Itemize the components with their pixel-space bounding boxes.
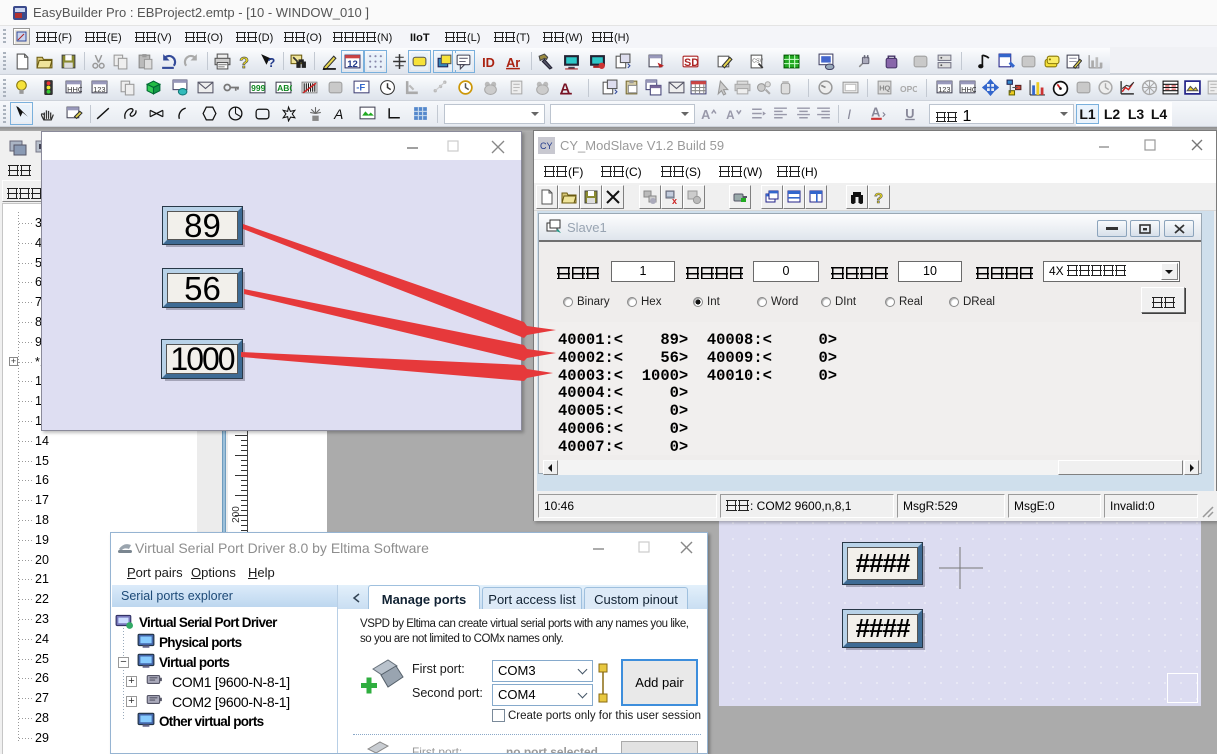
svg-text:123: 123: [93, 85, 105, 94]
svg-text:ID: ID: [482, 55, 495, 70]
svg-text:-F: -F: [356, 83, 365, 94]
svg-text:CY: CY: [540, 141, 553, 151]
svg-text:A: A: [701, 107, 710, 122]
svg-text:x: x: [672, 196, 677, 205]
svg-text:I: I: [847, 106, 851, 122]
svg-text:12: 12: [347, 59, 358, 70]
svg-text:ABC: ABC: [277, 83, 292, 93]
svg-text:?: ?: [874, 190, 883, 205]
svg-text:HQ: HQ: [879, 84, 890, 93]
svg-text:A: A: [871, 105, 880, 120]
svg-text:999: 999: [251, 83, 265, 93]
svg-text:SD: SD: [684, 57, 699, 69]
svg-text:HHO: HHO: [961, 85, 976, 94]
svg-text:U: U: [905, 106, 914, 121]
svg-text:?: ?: [268, 55, 276, 70]
svg-text:OPC: OPC: [900, 84, 917, 94]
svg-text:123: 123: [938, 85, 950, 94]
svg-text:A: A: [333, 106, 343, 122]
svg-text:A: A: [726, 109, 735, 122]
svg-text:HHO: HHO: [67, 85, 82, 94]
svg-text:CSV: CSV: [752, 59, 763, 65]
svg-text:?: ?: [239, 55, 249, 70]
svg-text:Ar: Ar: [506, 55, 520, 70]
